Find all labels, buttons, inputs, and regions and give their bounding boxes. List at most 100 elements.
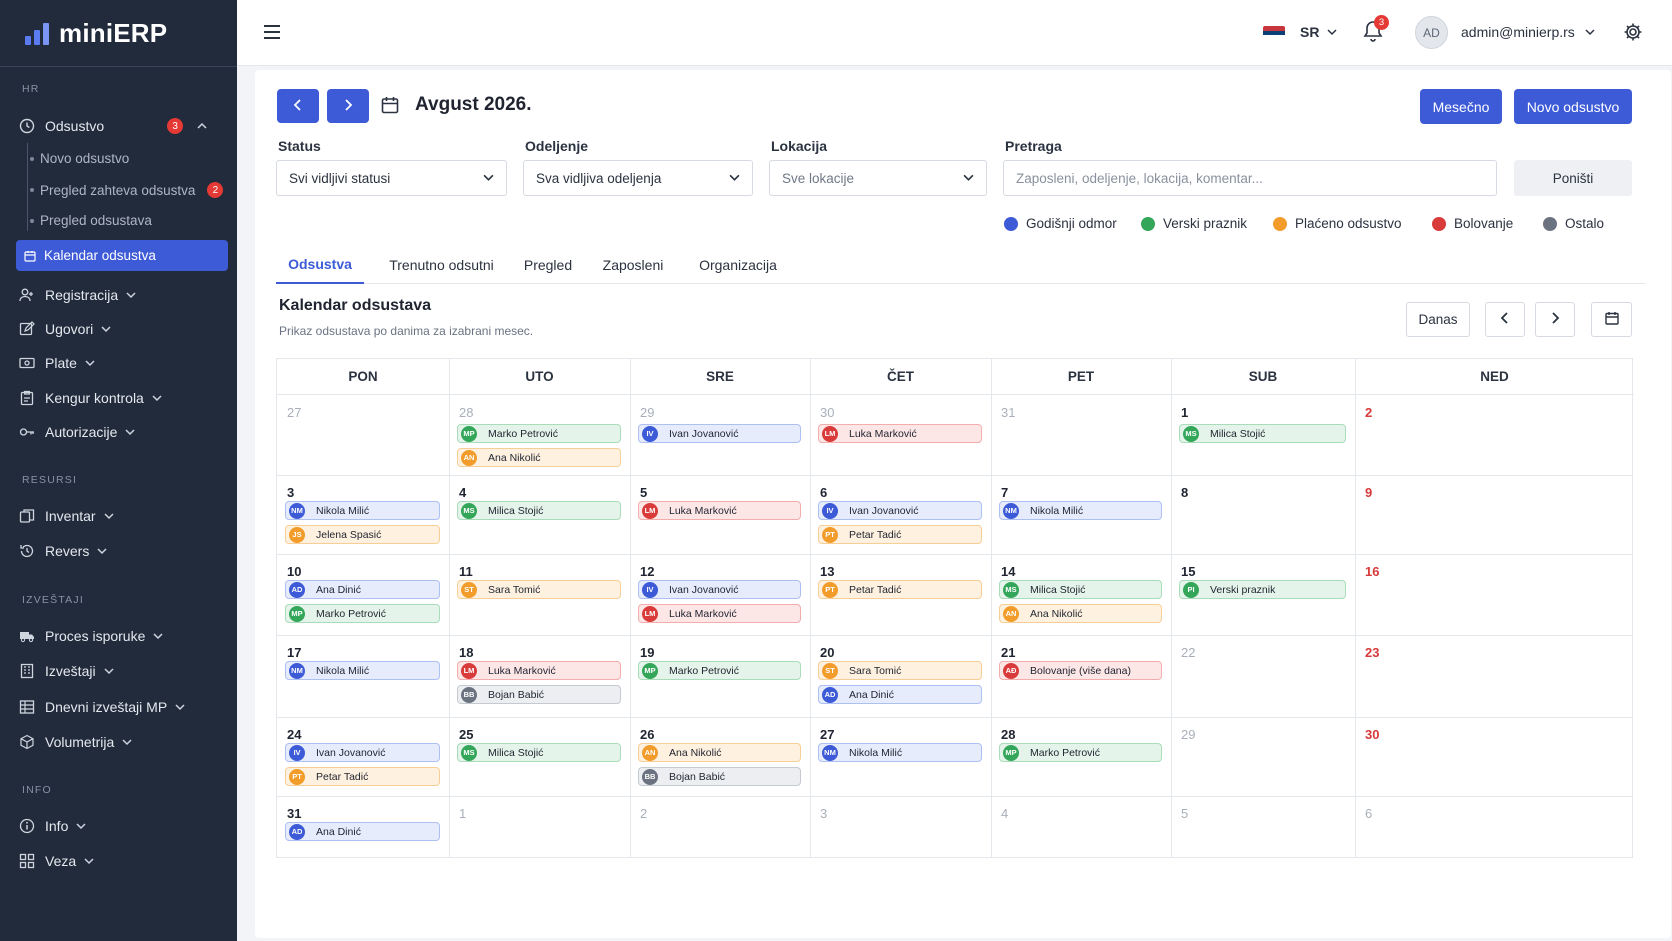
sidebar-sub-pregled[interactable]: Pregled odsustava xyxy=(30,213,152,228)
calendar-day-cell[interactable]: 15 PI Verski praznik xyxy=(1171,554,1355,635)
language-select[interactable]: SR xyxy=(1300,24,1337,40)
absence-event[interactable]: ST Sara Tomić xyxy=(818,661,982,680)
odeljenje-select[interactable]: Sva vidljiva odeljenja xyxy=(523,160,753,196)
sidebar-item-kengur[interactable]: Kengur kontrola xyxy=(16,383,228,413)
sidebar-item-registracija[interactable]: Registracija xyxy=(16,280,228,310)
tab-pregled[interactable]: Pregled xyxy=(514,246,582,284)
serbia-flag-icon[interactable] xyxy=(1263,26,1285,40)
absence-event[interactable]: PT Petar Tadić xyxy=(285,767,440,786)
absence-event[interactable]: MS Milica Stojić xyxy=(999,580,1162,599)
absence-event[interactable]: IV Ivan Jovanović xyxy=(638,580,801,599)
absence-event[interactable]: LM Luka Marković xyxy=(638,501,801,520)
absence-event[interactable]: LM Luka Marković xyxy=(818,424,982,443)
absence-event[interactable]: AN Ana Nikolić xyxy=(457,448,621,467)
absence-event[interactable]: MP Marko Petrović xyxy=(638,661,801,680)
avatar[interactable]: AD xyxy=(1415,16,1448,49)
tab-trenutno-odsutni[interactable]: Trenutno odsutni xyxy=(379,246,504,284)
calendar-day-cell[interactable]: 24 IV Ivan Jovanović PT Petar Tadić xyxy=(277,717,449,796)
absence-event[interactable]: NM Nikola Milić xyxy=(818,743,982,762)
absence-event[interactable]: AN Ana Nikolić xyxy=(999,604,1162,623)
absence-event[interactable]: MP Marko Petrović xyxy=(457,424,621,443)
sidebar-sub-kalendar[interactable]: Kalendar odsustva xyxy=(16,240,228,271)
absence-event[interactable]: IV Ivan Jovanović xyxy=(818,501,982,520)
absence-event[interactable]: MS Milica Stojić xyxy=(457,743,621,762)
tab-odsustva[interactable]: Odsustva xyxy=(276,246,364,284)
user-menu[interactable]: admin@minierp.rs xyxy=(1461,24,1595,40)
absence-event[interactable]: IV Ivan Jovanović xyxy=(638,424,801,443)
calendar-day-cell[interactable]: 23 xyxy=(1355,635,1634,717)
sidebar-sub-novo[interactable]: Novo odsustvo xyxy=(30,151,129,166)
calendar-day-cell[interactable]: 5 LM Luka Marković xyxy=(630,475,810,554)
calendar-day-cell[interactable]: 2 xyxy=(1355,395,1634,475)
absence-event[interactable]: BB Bojan Babić xyxy=(638,767,801,786)
absence-event[interactable]: PT Petar Tadić xyxy=(818,525,982,544)
status-select[interactable]: Svi vidljivi statusi xyxy=(276,160,507,196)
sidebar-item-volumetrija[interactable]: Volumetrija xyxy=(16,727,228,757)
date-picker-button[interactable] xyxy=(1591,302,1632,337)
calendar-day-cell[interactable]: 19 MP Marko Petrović xyxy=(630,635,810,717)
absence-event[interactable]: ST Sara Tomić xyxy=(457,580,621,599)
lokacija-select[interactable]: Sve lokacije xyxy=(769,160,987,196)
calendar-day-cell[interactable]: 14 MS Milica Stojić AN Ana Nikolić xyxy=(991,554,1171,635)
absence-event[interactable]: AĐ Bolovanje (više dana) xyxy=(999,661,1162,680)
absence-event[interactable]: NM Nikola Milić xyxy=(999,501,1162,520)
calendar-day-cell[interactable]: 2 xyxy=(630,796,810,859)
absence-event[interactable]: MP Marko Petrović xyxy=(285,604,440,623)
calendar-day-cell[interactable]: 3 xyxy=(810,796,991,859)
tab-organizacija[interactable]: Organizacija xyxy=(683,246,793,284)
sidebar-item-revers[interactable]: Revers xyxy=(16,536,228,566)
absence-event[interactable]: IV Ivan Jovanović xyxy=(285,743,440,762)
reset-button[interactable]: Poništi xyxy=(1514,160,1632,196)
calendar-day-cell[interactable]: 6 IV Ivan Jovanović PT Petar Tadić xyxy=(810,475,991,554)
calendar-day-cell[interactable]: 28 MP Marko Petrović AN Ana Nikolić xyxy=(449,395,630,475)
calendar-day-cell[interactable]: 11 ST Sara Tomić xyxy=(449,554,630,635)
calendar-day-cell[interactable]: 5 xyxy=(1171,796,1355,859)
absence-event[interactable]: BB Bojan Babić xyxy=(457,685,621,704)
calendar-day-cell[interactable]: 3 NM Nikola Milić JS Jelena Spasić xyxy=(277,475,449,554)
calendar-prev-button[interactable] xyxy=(1485,302,1525,337)
menu-icon[interactable] xyxy=(263,24,281,43)
absence-event[interactable]: MS Milica Stojić xyxy=(1179,424,1346,443)
calendar-next-button[interactable] xyxy=(1535,302,1575,337)
absence-event[interactable]: LM Luka Marković xyxy=(457,661,621,680)
sidebar-item-proces[interactable]: Proces isporuke xyxy=(16,621,228,651)
calendar-day-cell[interactable]: 17 NM Nikola Milić xyxy=(277,635,449,717)
absence-event[interactable]: NM Nikola Milić xyxy=(285,661,440,680)
calendar-day-cell[interactable]: 26 AN Ana Nikolić BB Bojan Babić xyxy=(630,717,810,796)
absence-event[interactable]: MP Marko Petrović xyxy=(999,743,1162,762)
absence-event[interactable]: PI Verski praznik xyxy=(1179,580,1346,599)
absence-event[interactable]: PT Petar Tadić xyxy=(818,580,982,599)
sidebar-item-autorizacije[interactable]: Autorizacije xyxy=(16,417,228,447)
sidebar-item-odsustvo[interactable]: Odsustvo 3 xyxy=(16,111,228,141)
today-button[interactable]: Danas xyxy=(1406,302,1470,337)
calendar-day-cell[interactable]: 29 xyxy=(1171,717,1355,796)
calendar-day-cell[interactable]: 20 ST Sara Tomić AD Ana Dinić xyxy=(810,635,991,717)
sidebar-item-dnevni[interactable]: Dnevni izveštaji MP xyxy=(16,692,228,722)
calendar-day-cell[interactable]: 7 NM Nikola Milić xyxy=(991,475,1171,554)
absence-event[interactable]: AD Ana Dinić xyxy=(285,822,440,841)
absence-event[interactable]: LM Luka Marković xyxy=(638,604,801,623)
brand[interactable]: miniERP xyxy=(0,0,237,67)
notifications-button[interactable]: 3 xyxy=(1363,15,1389,45)
calendar-day-cell[interactable]: 1 MS Milica Stojić xyxy=(1171,395,1355,475)
absence-event[interactable]: AN Ana Nikolić xyxy=(638,743,801,762)
calendar-day-cell[interactable]: 16 xyxy=(1355,554,1634,635)
calendar-day-cell[interactable]: 4 MS Milica Stojić xyxy=(449,475,630,554)
calendar-day-cell[interactable]: 10 AD Ana Dinić MP Marko Petrović xyxy=(277,554,449,635)
calendar-day-cell[interactable]: 6 xyxy=(1355,796,1634,859)
gear-icon[interactable] xyxy=(1623,22,1643,45)
sidebar-item-info[interactable]: Info xyxy=(16,811,228,841)
sidebar-item-veza[interactable]: Veza xyxy=(16,846,228,876)
calendar-day-cell[interactable]: 22 xyxy=(1171,635,1355,717)
calendar-day-cell[interactable]: 21 AĐ Bolovanje (više dana) xyxy=(991,635,1171,717)
monthly-button[interactable]: Mesečno xyxy=(1420,89,1502,124)
sidebar-item-inventar[interactable]: Inventar xyxy=(16,501,228,531)
sidebar-sub-pregled-zahteva[interactable]: Pregled zahteva odsustva 2 xyxy=(30,182,224,198)
absence-event[interactable]: AD Ana Dinić xyxy=(285,580,440,599)
next-month-button[interactable] xyxy=(327,89,369,123)
absence-event[interactable]: NM Nikola Milić xyxy=(285,501,440,520)
calendar-day-cell[interactable]: 1 xyxy=(449,796,630,859)
calendar-day-cell[interactable]: 8 xyxy=(1171,475,1355,554)
calendar-day-cell[interactable]: 12 IV Ivan Jovanović LM Luka Marković xyxy=(630,554,810,635)
tab-zaposleni[interactable]: Zaposleni xyxy=(592,246,674,284)
